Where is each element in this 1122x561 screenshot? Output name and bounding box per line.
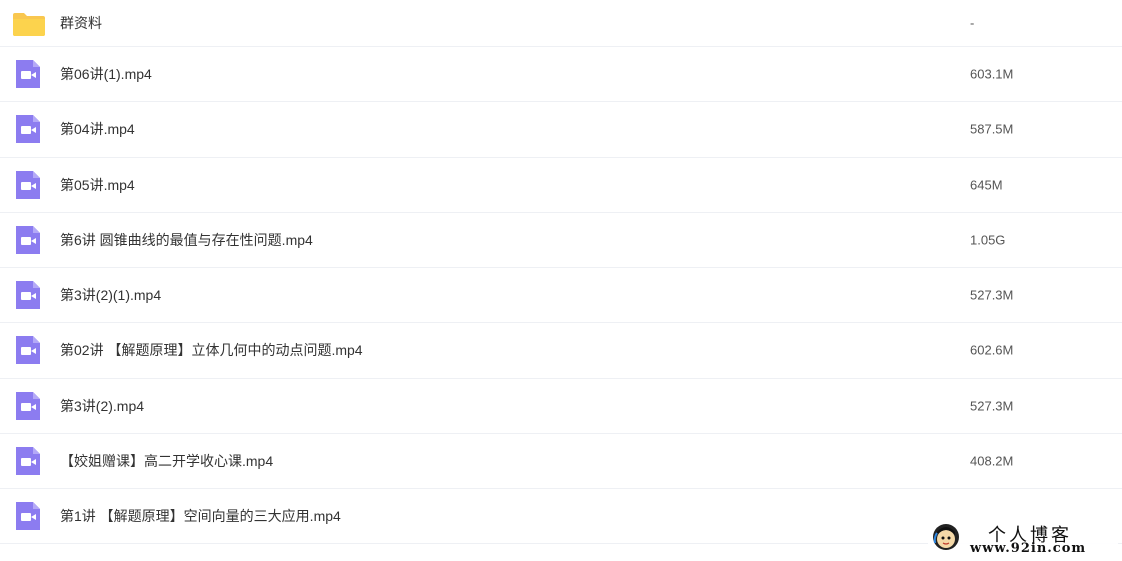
file-name[interactable]: 第3讲(2)(1).mp4 (60, 285, 161, 305)
video-file-icon (12, 279, 44, 311)
list-item-video[interactable]: 【姣姐赠课】高二开学收心课.mp4 408.2M (0, 434, 1122, 489)
file-size: 408.2M (970, 453, 1014, 469)
list-item-video[interactable]: 第02讲 【解题原理】立体几何中的动点问题.mp4 602.6M (0, 323, 1122, 379)
file-size: 527.3M (970, 287, 1014, 303)
list-item-folder[interactable]: 群资料 - (0, 0, 1122, 47)
file-size: 602.6M (970, 342, 1014, 358)
file-size: 527.3M (970, 398, 1014, 414)
file-size: 587.5M (970, 121, 1014, 137)
file-size: 1.05G (970, 232, 1006, 248)
video-file-icon (12, 58, 44, 90)
list-item-video[interactable]: 第06讲(1).mp4 603.1M (0, 47, 1122, 103)
list-item-video[interactable]: 第3讲(2).mp4 527.3M (0, 379, 1122, 434)
list-item-video[interactable]: 第05讲.mp4 645M (0, 158, 1122, 213)
folder-icon (12, 7, 45, 39)
file-list: 群资料 - 第06讲(1).mp4 603.1M 第04讲.mp4 587.5M (0, 0, 1122, 545)
file-name[interactable]: 第1讲 【解题原理】空间向量的三大应用.mp4 (60, 506, 341, 526)
avatar-logo-icon (932, 523, 960, 551)
video-file-icon (12, 334, 44, 366)
list-item-video[interactable]: 第6讲 圆锥曲线的最值与存在性问题.mp4 1.05G (0, 213, 1122, 268)
video-file-icon (12, 224, 44, 256)
video-file-icon (12, 390, 44, 422)
video-file-icon (12, 169, 44, 201)
file-name[interactable]: 群资料 (60, 13, 102, 33)
video-file-icon (12, 113, 44, 145)
file-size: 603.1M (970, 66, 1014, 82)
file-name[interactable]: 【姣姐赠课】高二开学收心课.mp4 (60, 451, 273, 471)
file-name[interactable]: 第02讲 【解题原理】立体几何中的动点问题.mp4 (60, 340, 363, 360)
file-name[interactable]: 第3讲(2).mp4 (60, 396, 144, 416)
watermark-url: www.92in.com (970, 541, 1087, 556)
list-item-video[interactable]: 第04讲.mp4 587.5M (0, 102, 1122, 158)
list-item-video[interactable]: 第3讲(2)(1).mp4 527.3M (0, 268, 1122, 324)
file-name[interactable]: 第6讲 圆锥曲线的最值与存在性问题.mp4 (60, 230, 313, 250)
file-name[interactable]: 第06讲(1).mp4 (60, 64, 152, 84)
video-file-icon (12, 445, 44, 477)
file-size: 645M (970, 177, 1003, 193)
file-name[interactable]: 第04讲.mp4 (60, 119, 135, 139)
video-file-icon (12, 500, 44, 532)
watermark: 个人博客 www.92in.com (928, 520, 1118, 558)
file-name[interactable]: 第05讲.mp4 (60, 175, 135, 195)
file-size: - (970, 15, 975, 31)
